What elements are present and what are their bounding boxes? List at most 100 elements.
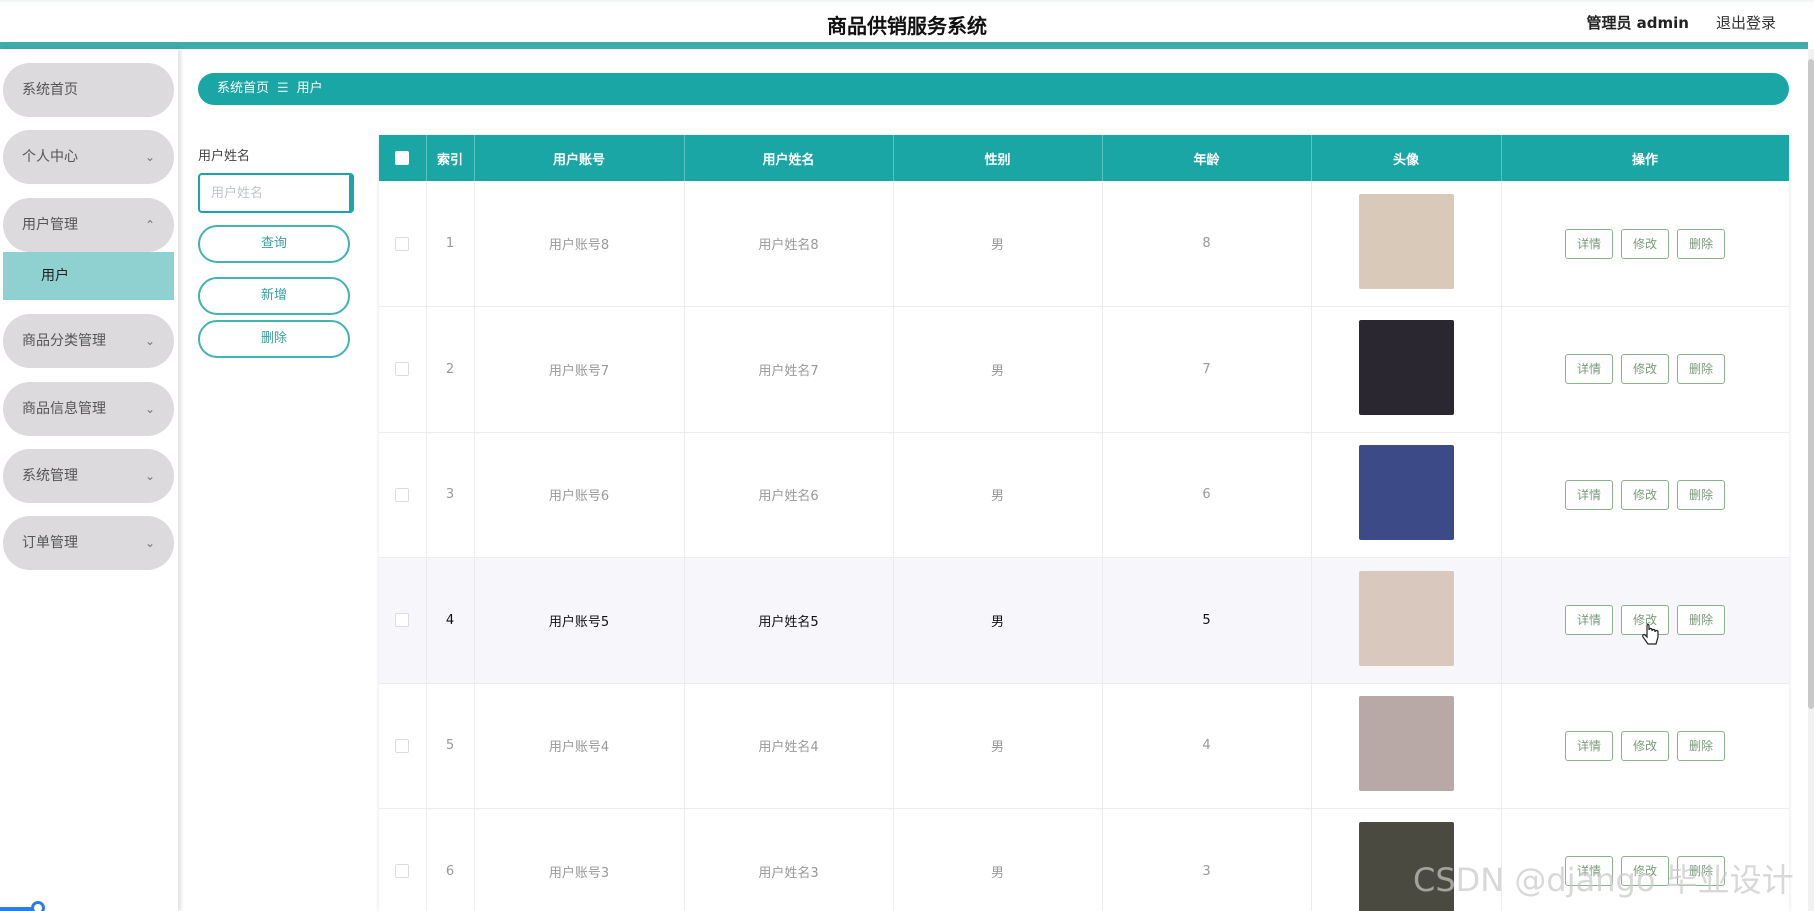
cell-account: 用户账号7 (474, 306, 685, 433)
sidebar-item-label: 商品分类管理 (22, 333, 106, 349)
scrollbar-thumb[interactable] (1808, 59, 1814, 709)
page-scrollbar[interactable] (1808, 49, 1814, 911)
cell-name: 用户姓名3 (684, 808, 894, 911)
cell-account: 用户账号6 (474, 432, 685, 558)
column-header-gender: 性别 (893, 135, 1103, 181)
top-header: 商品供销服务系统 管理员 admin 退出登录 (0, 0, 1814, 44)
chevron-down-icon: ⌄ (144, 536, 155, 550)
cell-actions: 详情 修改 删除 (1501, 683, 1789, 809)
detail-button[interactable]: 详情 (1565, 856, 1613, 887)
detail-button[interactable]: 详情 (1565, 605, 1613, 636)
table-row[interactable]: 3 用户账号6 用户姓名6 男 6 详情 修改 删除 (379, 432, 1789, 558)
query-button[interactable]: 查询 (198, 225, 350, 263)
row-checkbox[interactable] (395, 236, 410, 251)
table-row[interactable]: 1 用户账号8 用户姓名8 男 8 详情 修改 删除 (379, 181, 1789, 307)
column-header-index: 索引 (426, 135, 475, 181)
sidebar-item-home[interactable]: 系统首页 (3, 63, 174, 117)
cell-actions: 详情 修改 删除 (1501, 808, 1789, 911)
cell-index: 1 (426, 181, 475, 307)
cell-gender: 男 (893, 306, 1103, 433)
cell-index: 3 (426, 432, 475, 558)
delete-button[interactable]: 删除 (1677, 856, 1725, 887)
table-row[interactable]: 5 用户账号4 用户姓名4 男 4 详情 修改 删除 (379, 683, 1789, 809)
column-header-age: 年龄 (1102, 135, 1312, 181)
delete-button[interactable]: 删除 (1677, 605, 1725, 636)
cell-age: 5 (1102, 557, 1312, 684)
table-row[interactable]: 6 用户账号3 用户姓名3 男 3 详情 修改 删除 (379, 808, 1789, 911)
table-row[interactable]: 2 用户账号7 用户姓名7 男 7 详情 修改 删除 (379, 306, 1789, 433)
avatar (1358, 194, 1454, 289)
avatar (1358, 445, 1454, 541)
edit-button[interactable]: 修改 (1621, 354, 1669, 385)
sidebar-item-product-management[interactable]: 商品信息管理 ⌄ (3, 382, 174, 436)
edit-button[interactable]: 修改 (1621, 730, 1669, 761)
table-header-row: 索引 用户账号 用户姓名 性别 年龄 头像 操作 (379, 135, 1789, 181)
sidebar-item-label: 系统管理 (22, 468, 78, 484)
cell-index: 2 (426, 306, 475, 433)
breadcrumb: 系统首页 ☰ 用户 (198, 73, 1789, 105)
sidebar-item-label: 用户管理 (22, 217, 78, 233)
cell-name: 用户姓名8 (684, 181, 894, 307)
sidebar-item-order-management[interactable]: 订单管理 ⌄ (3, 516, 174, 570)
cell-name: 用户姓名5 (684, 557, 894, 684)
cell-avatar (1311, 683, 1502, 809)
detail-button[interactable]: 详情 (1565, 354, 1613, 385)
cell-gender: 男 (893, 683, 1103, 809)
cell-name: 用户姓名6 (684, 432, 894, 558)
sidebar-item-label: 系统首页 (22, 82, 78, 98)
batch-delete-button[interactable]: 删除 (198, 320, 350, 358)
row-select-cell (379, 808, 427, 911)
sidebar-subitem-user[interactable]: 用户 (3, 252, 174, 300)
detail-button[interactable]: 详情 (1565, 479, 1613, 510)
detail-button[interactable]: 详情 (1565, 730, 1613, 761)
delete-button[interactable]: 删除 (1677, 479, 1725, 510)
search-input[interactable] (198, 173, 354, 213)
delete-button[interactable]: 删除 (1677, 228, 1725, 259)
delete-button[interactable]: 删除 (1677, 730, 1725, 761)
cell-gender: 男 (893, 808, 1103, 911)
sidebar-item-label: 个人中心 (22, 149, 78, 165)
row-select-cell (379, 432, 427, 558)
app-title: 商品供销服务系统 (827, 14, 987, 38)
avatar (1358, 319, 1454, 415)
edit-button[interactable]: 修改 (1621, 856, 1669, 887)
row-checkbox[interactable] (395, 613, 410, 628)
cell-actions: 详情 修改 删除 (1501, 432, 1789, 558)
user-table: 索引 用户账号 用户姓名 性别 年龄 头像 操作 1 用户账号8 用户姓名8 男 8 详情… (379, 135, 1789, 911)
detail-button[interactable]: 详情 (1565, 228, 1613, 259)
row-checkbox[interactable] (395, 487, 410, 502)
sidebar: 系统首页 个人中心 ⌄ 用户管理 ⌃ 用户 商品分类管理 ⌄ 商品信息管理 ⌄ … (0, 49, 178, 911)
search-label: 用户姓名 (198, 149, 251, 164)
cell-gender: 男 (893, 181, 1103, 307)
table-row[interactable]: 4 用户账号5 用户姓名5 男 5 详情 修改 删除 (379, 557, 1789, 684)
select-all-checkbox[interactable] (395, 151, 410, 165)
cell-age: 8 (1102, 181, 1312, 307)
sidebar-item-label: 商品信息管理 (22, 401, 106, 417)
cell-account: 用户账号3 (474, 808, 685, 911)
row-select-cell (379, 306, 427, 433)
cell-avatar (1311, 432, 1502, 558)
row-checkbox[interactable] (395, 362, 410, 377)
cell-name: 用户姓名4 (684, 683, 894, 809)
row-select-cell (379, 557, 427, 684)
edit-button[interactable]: 修改 (1621, 479, 1669, 510)
column-header-account: 用户账号 (474, 135, 685, 181)
cell-index: 4 (426, 557, 475, 684)
sidebar-item-system-management[interactable]: 系统管理 ⌄ (3, 449, 174, 503)
admin-username: 管理员 admin (1586, 14, 1689, 32)
sidebar-item-user-management[interactable]: 用户管理 ⌃ (3, 198, 174, 252)
cell-actions: 详情 修改 删除 (1501, 306, 1789, 433)
breadcrumb-home[interactable]: 系统首页 (217, 73, 269, 105)
cell-gender: 男 (893, 432, 1103, 558)
row-select-cell (379, 181, 427, 307)
add-button[interactable]: 新增 (198, 277, 350, 315)
delete-button[interactable]: 删除 (1677, 354, 1725, 385)
sidebar-item-personal-center[interactable]: 个人中心 ⌄ (3, 130, 174, 184)
row-checkbox[interactable] (395, 864, 410, 879)
edit-button[interactable]: 修改 (1621, 228, 1669, 259)
logout-link[interactable]: 退出登录 (1716, 12, 1776, 33)
sidebar-item-category-management[interactable]: 商品分类管理 ⌄ (3, 314, 174, 368)
row-checkbox[interactable] (395, 738, 410, 753)
cell-account: 用户账号4 (474, 683, 685, 809)
cell-index: 5 (426, 683, 475, 809)
